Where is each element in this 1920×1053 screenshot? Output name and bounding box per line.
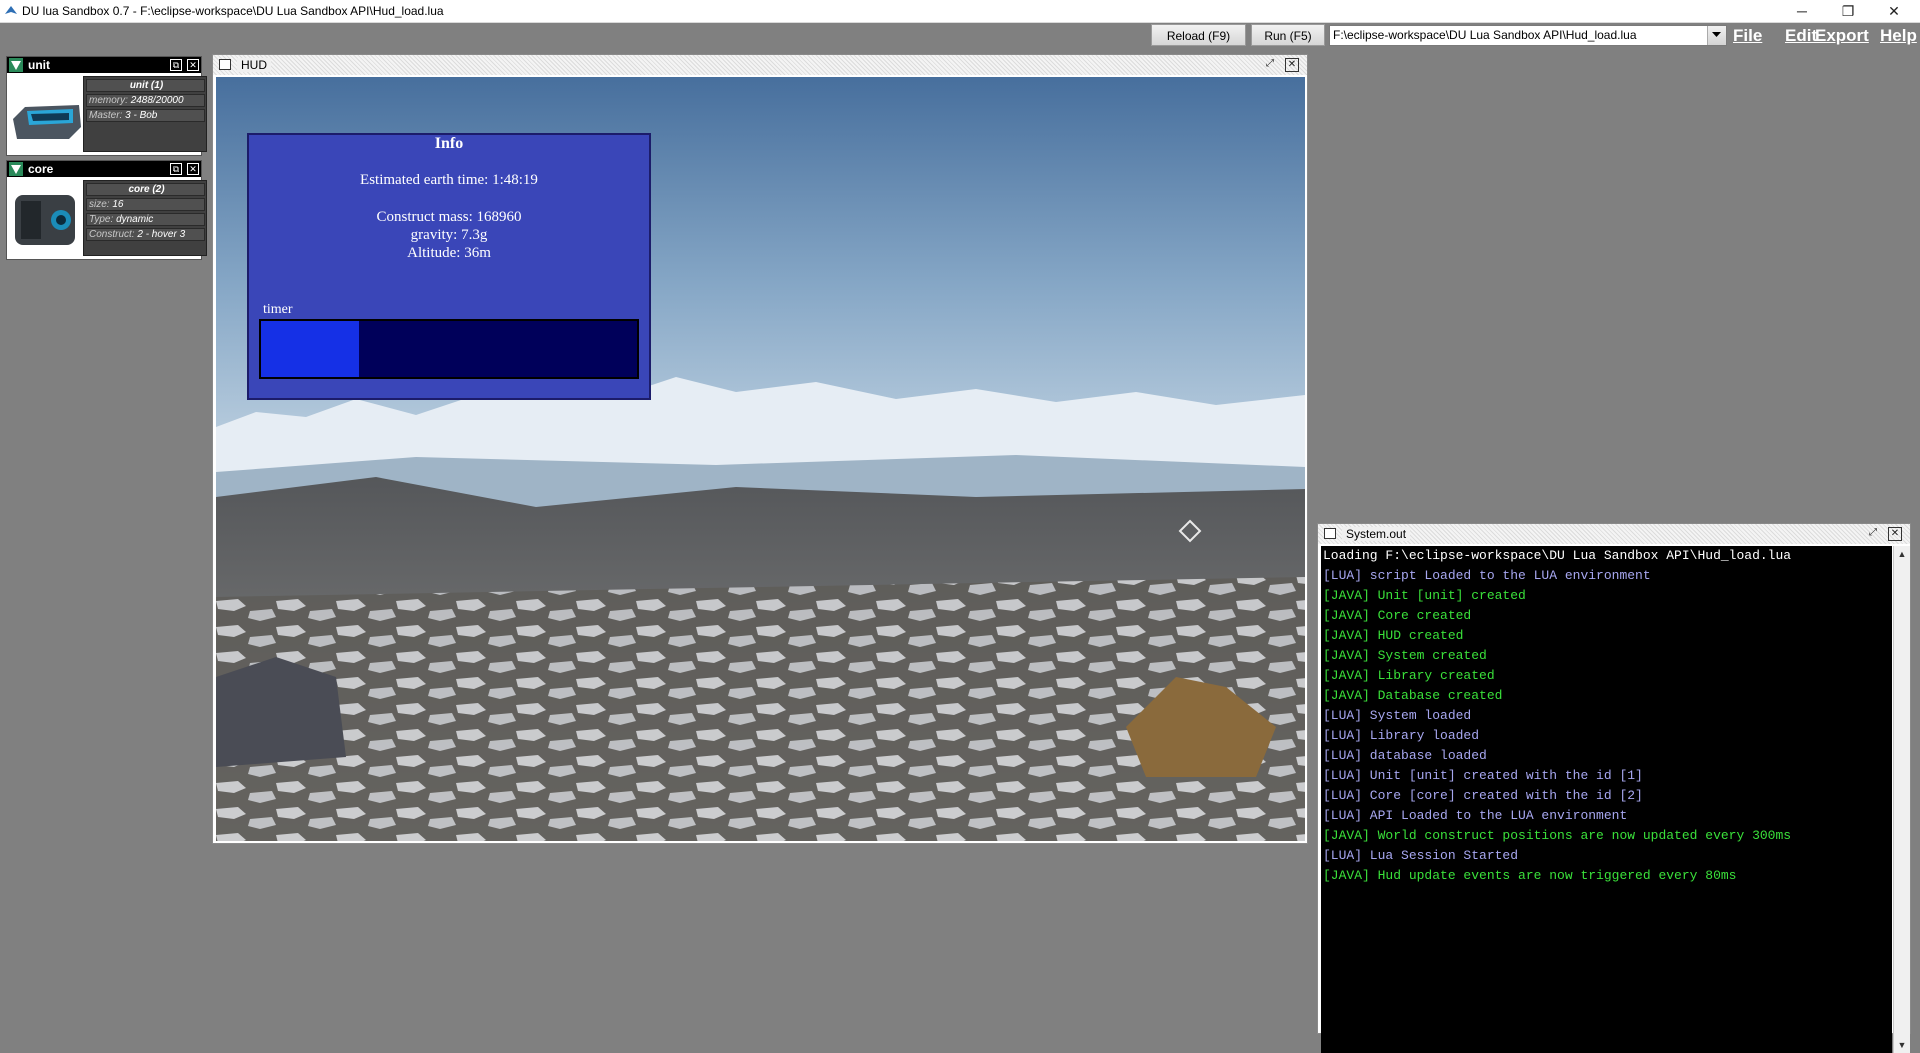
menu-file[interactable]: File bbox=[1733, 23, 1762, 48]
scroll-down-icon[interactable]: ▼ bbox=[1894, 1037, 1910, 1053]
console-line: Loading F:\eclipse-workspace\DU Lua Sand… bbox=[1323, 548, 1792, 563]
system-out-title: System.out bbox=[1342, 527, 1411, 541]
minimize-button[interactable]: ─ bbox=[1779, 0, 1825, 22]
element-icon bbox=[9, 162, 23, 176]
property-row: Master: 3 - Bob bbox=[86, 109, 205, 122]
timer-progress-bar bbox=[259, 319, 639, 379]
console-output[interactable]: Loading F:\eclipse-workspace\DU Lua Sand… bbox=[1321, 546, 1892, 1053]
console-line: [JAVA] Database created bbox=[1323, 688, 1503, 703]
earth-time-text: Estimated earth time: 1:48:19 bbox=[360, 172, 538, 188]
close-icon[interactable]: ✕ bbox=[187, 59, 199, 71]
close-icon[interactable]: ✕ bbox=[1285, 58, 1299, 72]
menu-export[interactable]: Export bbox=[1815, 23, 1869, 48]
undock-icon[interactable]: ⧉ bbox=[170, 59, 182, 71]
hud-frame-title: HUD bbox=[237, 58, 271, 72]
menu-help[interactable]: Help bbox=[1880, 23, 1917, 48]
undock-icon[interactable]: ⧉ bbox=[170, 163, 182, 175]
console-line: [JAVA] Hud update events are now trigger… bbox=[1323, 868, 1737, 883]
widget-header[interactable]: unit ⧉ ✕ bbox=[7, 57, 201, 73]
maximize-icon[interactable]: ⤢ bbox=[1866, 527, 1880, 541]
widget-element-name: core (2) bbox=[86, 183, 205, 196]
construct-mass-text: Construct mass: 168960 bbox=[376, 209, 522, 225]
console-line: [LUA] Lua Session Started bbox=[1323, 848, 1519, 863]
window-title: DU lua Sandbox 0.7 - F:\eclipse-workspac… bbox=[22, 4, 444, 18]
hud-panel-title: Info bbox=[434, 135, 464, 152]
core-image bbox=[9, 181, 85, 257]
run-button[interactable]: Run (F5) bbox=[1251, 24, 1325, 46]
close-icon[interactable]: ✕ bbox=[187, 163, 199, 175]
hud-viewport[interactable]: Info Estimated earth time: 1:48:19 Const… bbox=[216, 77, 1305, 841]
widget-title: unit bbox=[28, 58, 50, 72]
console-line: [LUA] Library loaded bbox=[1323, 728, 1480, 743]
crosshair-icon bbox=[1178, 519, 1202, 543]
chevron-down-icon bbox=[1712, 32, 1721, 37]
scroll-up-icon[interactable]: ▲ bbox=[1894, 546, 1910, 562]
app-icon bbox=[5, 6, 17, 14]
timer-label: timer bbox=[263, 302, 293, 317]
frame-icon bbox=[1324, 528, 1336, 539]
console-line: [JAVA] HUD created bbox=[1323, 628, 1464, 643]
menu-edit[interactable]: Edit bbox=[1785, 23, 1817, 48]
console-line: [LUA] script Loaded to the LUA environme… bbox=[1323, 568, 1651, 583]
console-scrollbar[interactable]: ▲ ▼ bbox=[1893, 546, 1910, 1053]
maximize-icon[interactable]: ⤢ bbox=[1263, 58, 1277, 72]
script-path-combobox[interactable]: F:\eclipse-workspace\DU Lua Sandbox API\… bbox=[1329, 25, 1727, 46]
system-out-titlebar[interactable]: System.out ⤢ ✕ bbox=[1318, 524, 1910, 544]
console-line: [JAVA] World construct positions are now… bbox=[1323, 828, 1792, 843]
altitude-text: Altitude: 36m bbox=[407, 245, 491, 261]
hud-info-panel: Info Estimated earth time: 1:48:19 Const… bbox=[247, 133, 651, 400]
console-line: [LUA] Core [core] created with the id [2… bbox=[1323, 788, 1643, 803]
toolbar: Reload (F9) Run (F5) F:\eclipse-workspac… bbox=[0, 23, 1920, 48]
console-line: [LUA] Unit [unit] created with the id [1… bbox=[1323, 768, 1643, 783]
script-path-dropdown[interactable] bbox=[1707, 26, 1726, 45]
widget-header[interactable]: core ⧉ ✕ bbox=[7, 161, 201, 177]
console-line: [JAVA] Unit [unit] created bbox=[1323, 588, 1526, 603]
console-line: [LUA] API Loaded to the LUA environment bbox=[1323, 808, 1628, 823]
close-icon[interactable]: ✕ bbox=[1888, 527, 1902, 541]
property-row: Type: dynamic bbox=[86, 213, 205, 226]
close-button[interactable]: ✕ bbox=[1871, 0, 1917, 22]
widget-title: core bbox=[28, 162, 54, 176]
unit-image bbox=[9, 77, 85, 153]
hud-frame-titlebar[interactable]: HUD ⤢ ✕ bbox=[213, 55, 1307, 75]
element-icon bbox=[9, 58, 23, 72]
hud-frame[interactable]: HUD ⤢ ✕ Info Estimated earth time: 1:48:… bbox=[212, 54, 1308, 844]
window-titlebar: DU lua Sandbox 0.7 - F:\eclipse-workspac… bbox=[0, 0, 1920, 23]
property-row: size: 16 bbox=[86, 198, 205, 211]
gravity-text: gravity: 7.3g bbox=[410, 227, 488, 243]
property-row: memory: 2488/20000 bbox=[86, 94, 205, 107]
core-widget[interactable]: core ⧉ ✕ core (2) size: 16 Type: dynamic… bbox=[6, 160, 207, 260]
system-out-frame[interactable]: System.out ⤢ ✕ Loading F:\eclipse-worksp… bbox=[1317, 523, 1911, 1053]
unit-widget[interactable]: unit ⧉ ✕ unit (1) memory: 2488/20000 Mas… bbox=[6, 56, 207, 156]
reload-button[interactable]: Reload (F9) bbox=[1151, 24, 1246, 46]
console-line: [JAVA] Library created bbox=[1323, 668, 1495, 683]
widget-element-name: unit (1) bbox=[86, 79, 205, 92]
core-properties: core (2) size: 16 Type: dynamic Construc… bbox=[83, 180, 207, 256]
timer-progress-fill bbox=[261, 321, 359, 377]
console-line: [JAVA] System created bbox=[1323, 648, 1487, 663]
console-line: [LUA] database loaded bbox=[1323, 748, 1487, 763]
frame-icon bbox=[219, 59, 231, 70]
console-line: [LUA] System loaded bbox=[1323, 708, 1472, 723]
unit-properties: unit (1) memory: 2488/20000 Master: 3 - … bbox=[83, 76, 207, 152]
console-line: [JAVA] Core created bbox=[1323, 608, 1472, 623]
maximize-button[interactable]: ❐ bbox=[1825, 0, 1871, 22]
property-row: Construct: 2 - hover 3 bbox=[86, 228, 205, 241]
